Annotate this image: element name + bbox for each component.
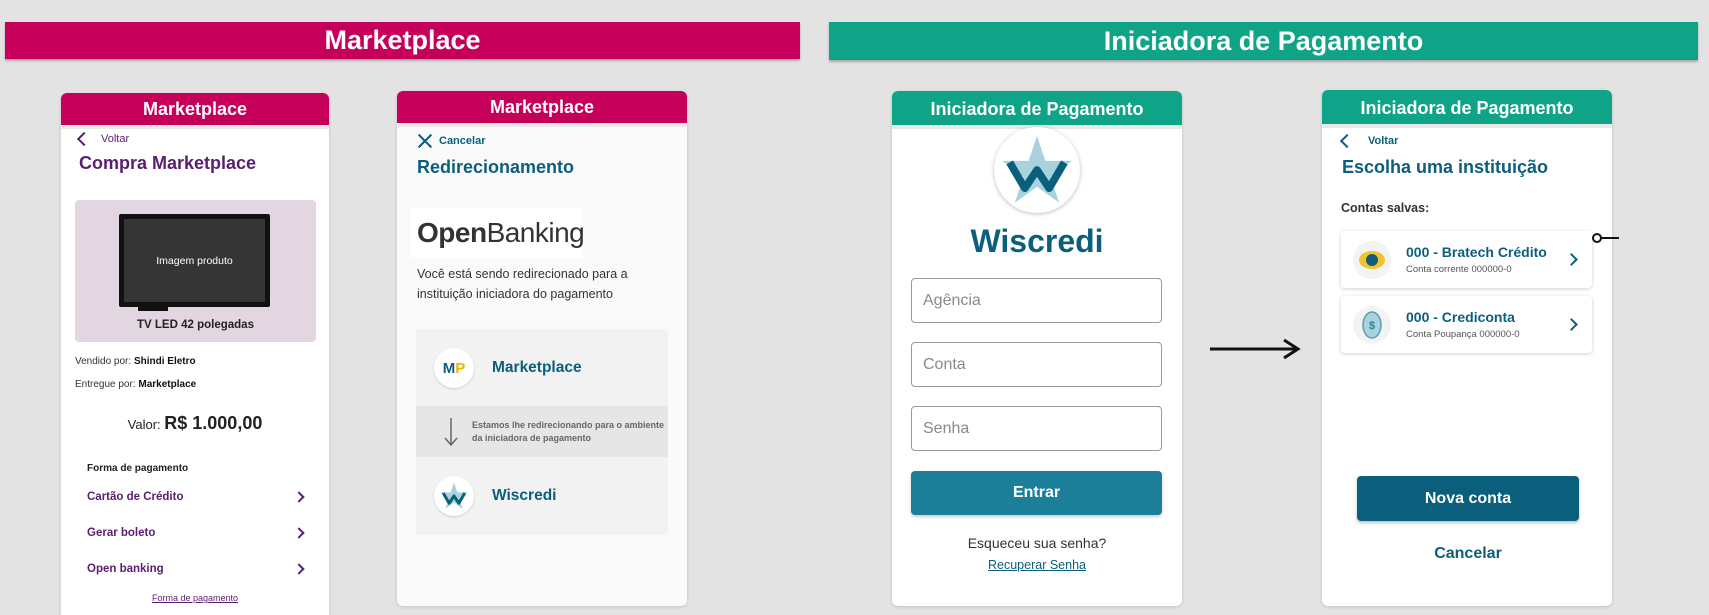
- price: Valor: R$ 1.000,00: [61, 413, 329, 434]
- close-icon: [417, 133, 433, 149]
- chevron-right-icon: [1565, 318, 1578, 331]
- login-button[interactable]: Entrar: [911, 471, 1162, 515]
- payment-link[interactable]: Forma de pagamento: [61, 593, 329, 603]
- account-name: 000 - Bratech Crédito: [1406, 244, 1547, 260]
- initiator-section-banner: Iniciadora de Pagamento: [829, 22, 1698, 60]
- arrow-right-icon: [1210, 338, 1301, 360]
- marketplace-logo: MP: [434, 348, 474, 388]
- product-image-label: Imagem produto: [124, 219, 265, 302]
- account-name: 000 - Crediconta: [1406, 309, 1515, 325]
- flow-to-label: Wiscredi: [492, 487, 557, 504]
- cancel-label: Cancelar: [439, 135, 486, 147]
- cancel-button[interactable]: Cancelar: [417, 133, 687, 149]
- flow-note: Estamos lhe redirecionando para o ambien…: [472, 419, 665, 443]
- purchase-screen-header: Marketplace: [61, 93, 329, 125]
- chevron-right-icon: [293, 491, 305, 503]
- payment-section-title: Forma de pagamento: [87, 463, 189, 474]
- account-field[interactable]: Conta: [911, 342, 1162, 387]
- tv-icon: Imagem produto: [119, 214, 270, 307]
- payment-option-label: Cartão de Crédito: [87, 491, 184, 503]
- choose-institution-header: Iniciadora de Pagamento: [1322, 90, 1612, 124]
- saved-accounts-label: Contas salvas:: [1341, 201, 1430, 215]
- choose-institution-screen: Iniciadora de Pagamento Voltar Escolha u…: [1322, 90, 1612, 606]
- back-label: Voltar: [1368, 135, 1399, 147]
- header-divider: [397, 123, 687, 127]
- new-account-button[interactable]: Nova conta: [1357, 476, 1579, 521]
- chevron-left-icon: [1339, 133, 1355, 149]
- agency-field[interactable]: Agência: [911, 278, 1162, 323]
- redirect-message: Você está sendo redirecionado para a ins…: [417, 267, 628, 301]
- purchase-screen: Marketplace Voltar Compra Marketplace Im…: [61, 93, 329, 615]
- open-banking-logo: Open Banking: [411, 208, 585, 258]
- marketplace-section-banner: Marketplace: [5, 22, 800, 59]
- sold-by: Vendido por: Shindi Eletro: [75, 356, 196, 367]
- cancel-button[interactable]: Cancelar: [1357, 531, 1579, 576]
- tv-stand: [138, 307, 168, 311]
- back-label: Voltar: [101, 133, 130, 145]
- brand-name: Wiscredi: [970, 223, 1104, 259]
- page-title: Escolha uma instituição: [1342, 157, 1549, 177]
- account-detail: Conta Poupança 000000-0: [1406, 329, 1520, 340]
- arrow-down-icon: [444, 417, 458, 447]
- eye-icon: [1353, 240, 1391, 279]
- delivered-by: Entregue por: Marketplace: [75, 379, 196, 390]
- coin-icon: $: [1353, 305, 1391, 344]
- recover-password-link[interactable]: Recuperar Senha: [892, 558, 1182, 572]
- back-button[interactable]: Voltar: [76, 131, 329, 147]
- flow-note-row: Estamos lhe redirecionando para o ambien…: [416, 406, 668, 457]
- login-screen-header: Iniciadora de Pagamento: [892, 91, 1182, 125]
- redirect-flow: MP Marketplace Estamos lhe redirecionand…: [416, 329, 668, 535]
- flow-from: MP Marketplace: [416, 335, 668, 401]
- forgot-password-text: Esqueceu sua senha?: [967, 535, 1107, 551]
- payment-option-boleto[interactable]: Gerar boleto: [87, 527, 307, 539]
- redirect-screen: Marketplace Cancelar Redirecionamento Op…: [397, 91, 687, 606]
- page-title: Compra Marketplace: [79, 153, 257, 173]
- flow-to: Wiscredi: [416, 463, 668, 529]
- account-detail: Conta corrente 000000-0: [1406, 264, 1512, 275]
- product-card[interactable]: Imagem produto TV LED 42 polegadas: [75, 200, 316, 342]
- header-divider: [1322, 124, 1612, 128]
- chevron-right-icon: [293, 527, 305, 539]
- chevron-right-icon: [1565, 253, 1578, 266]
- login-screen: Iniciadora de Pagamento Wiscredi Agência…: [892, 91, 1182, 606]
- product-name: TV LED 42 polegadas: [137, 319, 254, 331]
- price-value: R$ 1.000,00: [164, 413, 263, 433]
- back-button[interactable]: Voltar: [1339, 133, 1612, 149]
- logo-initial-p: P: [455, 359, 466, 377]
- sold-by-label: Vendido por:: [75, 356, 132, 367]
- redirect-screen-header: Marketplace: [397, 91, 687, 123]
- price-label: Valor:: [127, 417, 161, 432]
- payment-option-credit-card[interactable]: Cartão de Crédito: [87, 491, 307, 503]
- connector-icon: [1592, 233, 1619, 243]
- chevron-left-icon: [76, 131, 92, 147]
- chevron-right-icon: [293, 563, 305, 575]
- page-title: Redirecionamento: [417, 157, 575, 177]
- saved-account-bratech[interactable]: 000 - Bratech Crédito Conta corrente 000…: [1341, 231, 1592, 288]
- logo-initial-m: M: [442, 359, 456, 377]
- logo-banking: Banking: [486, 217, 585, 248]
- header-divider: [61, 125, 329, 129]
- password-field[interactable]: Senha: [911, 406, 1162, 451]
- delivered-by-label: Entregue por:: [75, 379, 136, 390]
- payment-option-label: Gerar boleto: [87, 527, 156, 539]
- payment-option-open-banking[interactable]: Open banking: [87, 563, 307, 575]
- delivered-by-value: Marketplace: [138, 379, 197, 390]
- flow-from-label: Marketplace: [492, 359, 582, 376]
- logo-open: Open: [417, 217, 487, 248]
- wiscredi-logo-icon: [434, 476, 474, 516]
- saved-account-crediconta[interactable]: $ 000 - Crediconta Conta Poupança 000000…: [1341, 296, 1592, 353]
- svg-text:$: $: [1369, 320, 1375, 332]
- wiscredi-logo-icon: [994, 127, 1080, 213]
- sold-by-value: Shindi Eletro: [133, 356, 196, 367]
- payment-option-label: Open banking: [87, 563, 164, 575]
